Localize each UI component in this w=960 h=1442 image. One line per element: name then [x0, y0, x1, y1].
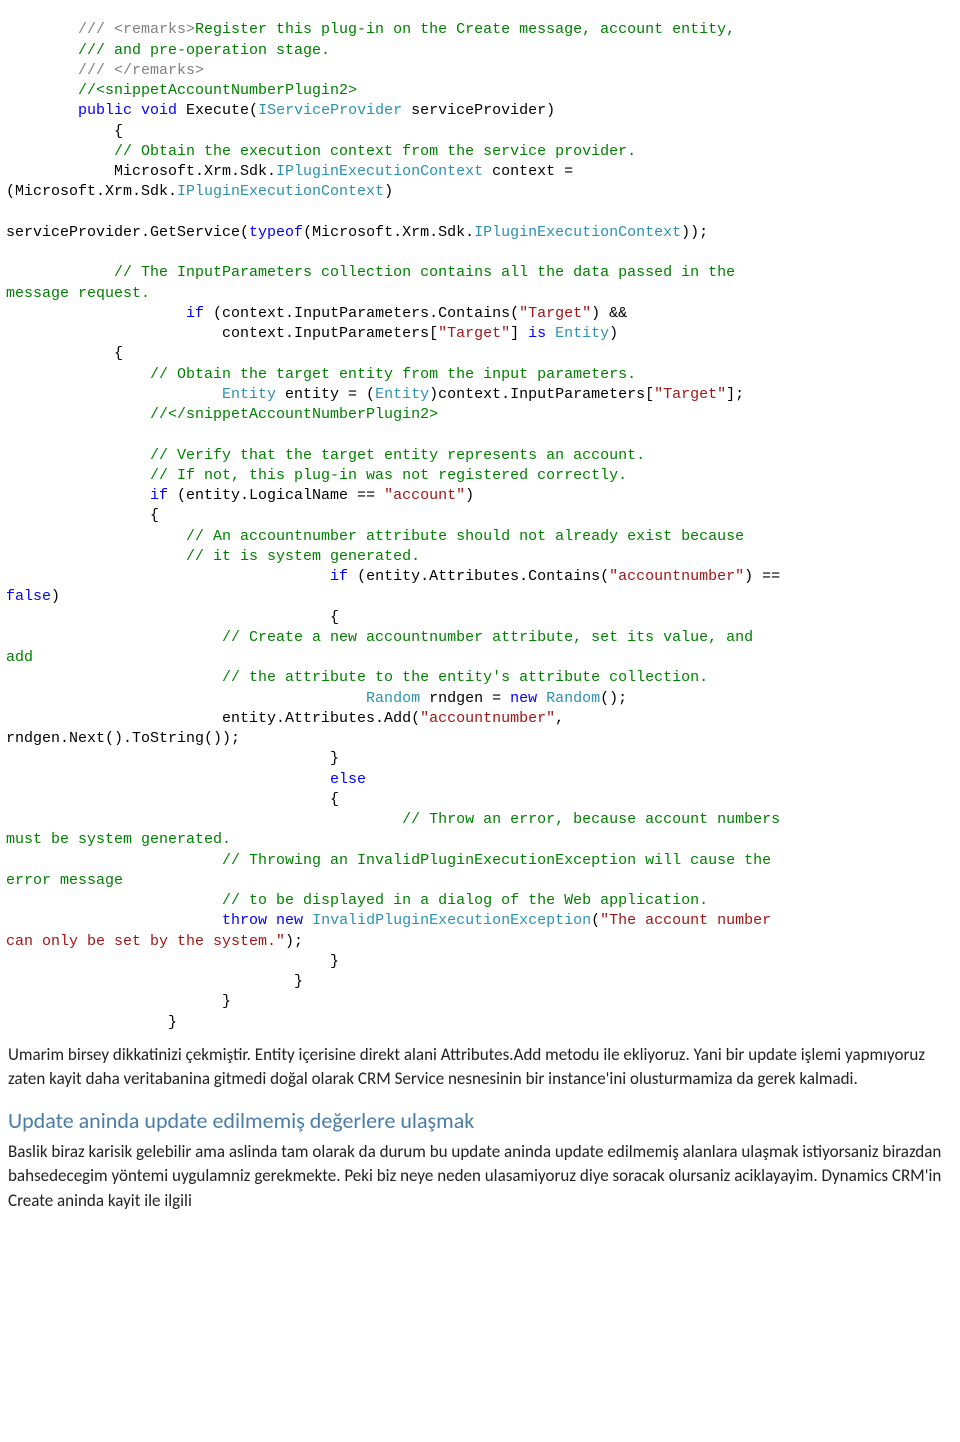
- code-text: serviceProvider.GetService(: [6, 224, 249, 241]
- code-text: }: [6, 993, 231, 1010]
- code-comment: // Verify that the target entity represe…: [6, 447, 645, 464]
- code-text: ): [465, 487, 474, 504]
- code-comment: // The InputParameters collection contai…: [6, 264, 744, 281]
- code-line: /// <remarks>: [6, 21, 195, 38]
- paragraph-1: Umarim birsey dikkatinizi çekmiştir. Ent…: [0, 1033, 960, 1092]
- code-text: );: [285, 933, 303, 950]
- code-type: IPluginExecutionContext: [474, 224, 681, 241]
- code-block: /// <remarks>Register this plug-in on th…: [0, 0, 960, 1033]
- code-text: {: [6, 507, 159, 524]
- code-keyword: public: [6, 102, 132, 119]
- code-keyword: else: [6, 771, 366, 788]
- code-comment: // If not, this plug-in was not register…: [6, 467, 627, 484]
- code-line: //<snippetAccountNumberPlugin2>: [6, 82, 357, 99]
- code-text: (entity.Attributes.Contains(: [348, 568, 609, 585]
- code-type: IPluginExecutionContext: [276, 163, 483, 180]
- code-text: Execute(: [177, 102, 258, 119]
- code-keyword: false: [6, 588, 51, 605]
- code-comment: // to be displayed in a dialog of the We…: [6, 892, 708, 909]
- code-keyword: if: [6, 487, 168, 504]
- code-text: ): [51, 588, 60, 605]
- code-string: "Target": [438, 325, 510, 342]
- paragraph-2: Baslik biraz karisik gelebilir ama aslin…: [0, 1138, 960, 1214]
- code-type: Entity: [546, 325, 609, 342]
- code-text: Microsoft.Xrm.Sdk.: [6, 163, 276, 180]
- code-text: context.InputParameters[: [6, 325, 438, 342]
- code-comment: // An accountnumber attribute should not…: [6, 528, 744, 545]
- code-string: can only be set by the system.": [6, 933, 285, 950]
- code-string: "accountnumber": [420, 710, 555, 727]
- code-text: ();: [600, 690, 627, 707]
- code-type: Entity: [375, 386, 429, 403]
- code-comment: add: [6, 649, 33, 666]
- code-comment: // it is system generated.: [6, 548, 420, 565]
- code-string: "Target": [654, 386, 726, 403]
- code-comment: // Obtain the target entity from the inp…: [6, 366, 636, 383]
- code-text: ) ==: [744, 568, 789, 585]
- code-text: (Microsoft.Xrm.Sdk.: [303, 224, 474, 241]
- code-text: context =: [483, 163, 582, 180]
- code-text: rndgen =: [420, 690, 510, 707]
- code-keyword: is: [528, 325, 546, 342]
- code-keyword: void: [132, 102, 177, 119]
- code-text: (context.InputParameters.Contains(: [204, 305, 519, 322]
- code-comment: //</snippetAccountNumberPlugin2>: [6, 406, 438, 423]
- code-text: ): [384, 183, 393, 200]
- code-keyword: if: [6, 568, 348, 585]
- code-line: /// </remarks>: [6, 62, 204, 79]
- code-text: entity = (: [276, 386, 375, 403]
- code-text: (Microsoft.Xrm.Sdk.: [6, 183, 177, 200]
- code-comment: // Throw an error, because account numbe…: [6, 811, 789, 828]
- code-text: ));: [681, 224, 708, 241]
- code-text: ) &&: [591, 305, 627, 322]
- code-comment: // Obtain the execution context from the…: [6, 143, 636, 160]
- code-comment: // Throwing an InvalidPluginExecutionExc…: [6, 852, 780, 869]
- code-text: {: [6, 123, 123, 140]
- code-text: rndgen.Next().ToString());: [6, 730, 240, 747]
- code-comment: must be system generated.: [6, 831, 231, 848]
- code-string: "accountnumber": [609, 568, 744, 585]
- code-text: {: [6, 345, 123, 362]
- section-heading: Update aninda update edilmemiş değerlere…: [0, 1092, 960, 1138]
- code-string: "Target": [519, 305, 591, 322]
- code-line: Register this plug-in on the Create mess…: [195, 21, 735, 38]
- code-type: IPluginExecutionContext: [177, 183, 384, 200]
- code-text: )context.InputParameters[: [429, 386, 654, 403]
- code-type: InvalidPluginExecutionException: [303, 912, 591, 929]
- code-text: }: [6, 1014, 177, 1031]
- code-comment: error message: [6, 872, 123, 889]
- code-type: Random: [6, 690, 420, 707]
- code-string: "The account number: [600, 912, 780, 929]
- code-keyword: throw: [6, 912, 267, 929]
- code-line: /// and pre-operation stage.: [6, 42, 330, 59]
- code-text: {: [6, 791, 339, 808]
- code-text: (: [591, 912, 600, 929]
- code-text: ): [609, 325, 618, 342]
- code-text: }: [6, 973, 303, 990]
- code-text: {: [6, 609, 339, 626]
- code-keyword: new: [267, 912, 303, 929]
- code-text: (entity.LogicalName ==: [168, 487, 384, 504]
- code-text: entity.Attributes.Add(: [6, 710, 420, 727]
- code-keyword: typeof: [249, 224, 303, 241]
- code-text: serviceProvider): [402, 102, 555, 119]
- code-type: IServiceProvider: [258, 102, 402, 119]
- code-keyword: if: [6, 305, 204, 322]
- code-text: }: [6, 750, 339, 767]
- code-keyword: new: [510, 690, 537, 707]
- code-text: }: [6, 953, 339, 970]
- code-type: Random: [537, 690, 600, 707]
- code-string: "account": [384, 487, 465, 504]
- code-comment: message request.: [6, 285, 150, 302]
- code-comment: // the attribute to the entity's attribu…: [6, 669, 708, 686]
- code-text: ];: [726, 386, 744, 403]
- code-type: Entity: [6, 386, 276, 403]
- code-text: ,: [555, 710, 573, 727]
- code-text: ]: [510, 325, 528, 342]
- code-comment: // Create a new accountnumber attribute,…: [6, 629, 762, 646]
